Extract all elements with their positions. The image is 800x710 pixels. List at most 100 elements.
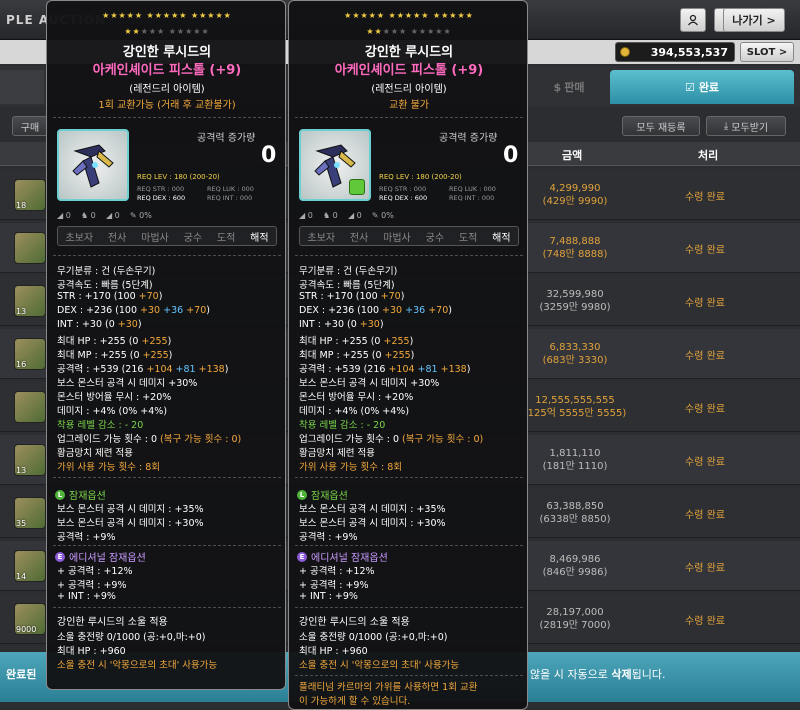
mini-icon-1: ◢	[57, 211, 64, 220]
price-korean: (125억 5555만 5555)	[523, 408, 627, 419]
additional-grade-icon: E	[297, 551, 307, 562]
additional-head: E 에디셔널 잠재옵션	[55, 549, 146, 564]
slot-button[interactable]: SLOT >	[740, 42, 794, 62]
mini-icon-2: ♞	[80, 211, 89, 220]
additional-3: + INT : +9%	[299, 591, 358, 602]
stat-wear-level: 착용 레벨 감소 : - 20	[57, 420, 144, 431]
trade-status: 1회 교환가능 (거래 후 교환불가)	[98, 100, 236, 111]
item-thumbnail: 18	[14, 179, 46, 211]
stat-attack-speed: 공격속도 : 빠름 (5단계)	[299, 280, 395, 291]
mini-stat-icons: ◢ 0 ♞ 0 ◢ 0 ✎ 0%	[299, 211, 394, 220]
mini-icon-2: ♞	[322, 211, 331, 220]
job-row: 초보자 전사 마법사 궁수 도적 해적	[299, 226, 519, 246]
check-icon: ☑	[684, 80, 695, 94]
stat-boss: 보스 몬스터 공격 시 데미지 +30%	[57, 378, 198, 389]
stat-max-hp: 최대 HP : +255 (0 +255)	[57, 336, 172, 347]
user-button[interactable]	[680, 8, 706, 32]
stat-int: INT : +30 (0 +30)	[57, 319, 142, 330]
soul-skill: 소울 충전 시 '악몽으로의 초대' 사용가능	[299, 660, 460, 671]
row-status: 수령 완료	[685, 298, 725, 309]
tab-sell[interactable]: $ 판매	[530, 70, 608, 104]
additional-head: E 에디셔널 잠재옵션	[297, 549, 388, 564]
item-count: 14	[16, 572, 27, 581]
soul-skill: 소울 충전 시 '악몽으로의 초대' 사용가능	[57, 660, 218, 671]
tab-complete[interactable]: ☑ 완료	[610, 70, 794, 104]
receive-all-button[interactable]: ⤓ 모두받기	[706, 116, 786, 136]
soul-hp: 최대 HP : +960	[57, 646, 126, 657]
lock-icon	[349, 179, 365, 195]
row-price: 7,488,888 (748만 8888)	[520, 235, 630, 261]
exit-button[interactable]: 나가기 >	[723, 8, 785, 32]
additional-2: + 공격력 : +9%	[57, 580, 127, 591]
req-dex: REQ DEX : 600	[379, 194, 428, 202]
potential-grade-icon: L	[55, 489, 65, 500]
stat-upgrade: 업그레이드 가능 횟수 : 0 (복구 가능 횟수 : 0)	[57, 434, 242, 445]
stat-hammer: 황금망치 제련 적용	[57, 448, 133, 459]
req-str: REQ STR : 000	[379, 185, 427, 193]
item-count: 9000	[16, 625, 37, 634]
potential-3: 공격력 : +9%	[57, 532, 116, 543]
additional-3: + INT : +9%	[57, 591, 116, 602]
bottom-notice-left: 완료된	[6, 668, 37, 681]
attack-increase-value: 0	[503, 143, 519, 168]
stat-boss: 보스 몬스터 공격 시 데미지 +30%	[299, 378, 440, 389]
stat-attack-speed: 공격속도 : 빠름 (5단계)	[57, 280, 153, 291]
stat-dex: DEX : +236 (100 +30 +36 +70)	[57, 305, 210, 316]
row-status: 수령 완료	[685, 510, 725, 521]
bottom-notice-right: 않을 시 자동으로 삭제됩니다.	[530, 668, 666, 681]
price-value: 7,488,888	[549, 236, 601, 247]
mini-icon-4: ✎	[129, 211, 137, 220]
meso-coin-icon	[620, 47, 630, 57]
stat-max-hp: 최대 HP : +255 (0 +255)	[299, 336, 414, 347]
stat-weapon-type: 무기분류 : 건 (두손무기)	[299, 266, 398, 277]
soul-hp: 최대 HP : +960	[299, 646, 368, 657]
stat-ignore-def: 몬스터 방어율 무시 : +20%	[299, 392, 414, 403]
attack-increase-value: 0	[261, 143, 277, 168]
karma-note-2: 이 가능하게 할 수 있습니다.	[299, 696, 411, 707]
item-thumbnail: 9000	[14, 603, 46, 635]
download-icon: ⤓	[723, 120, 729, 132]
item-thumbnail	[14, 232, 46, 264]
meso-balance: 394,553,537	[615, 42, 735, 62]
stat-hammer: 황금망치 제련 적용	[299, 448, 375, 459]
item-prefix: 강인한 루시드의	[122, 45, 212, 60]
price-korean: (181만 1110)	[542, 461, 608, 472]
row-price: 4,299,990 (429만 9990)	[520, 182, 630, 208]
potential-head: L 잠재옵션	[55, 487, 106, 502]
pistol-icon	[72, 144, 114, 188]
req-level: REQ LEV : 180 (200-20)	[137, 173, 220, 181]
job-row: 초보자 전사 마법사 궁수 도적 해적	[57, 226, 277, 246]
price-value: 63,388,850	[546, 501, 604, 512]
potential-grade-icon: L	[297, 489, 307, 500]
req-str: REQ STR : 000	[137, 185, 185, 193]
stat-weapon-type: 무기분류 : 건 (두손무기)	[57, 266, 156, 277]
relist-all-button[interactable]: 모두 재등록	[622, 116, 700, 136]
stat-str: STR : +170 (100 +70)	[57, 291, 163, 302]
req-dex: REQ DEX : 600	[137, 194, 186, 202]
stat-ignore-def: 몬스터 방어율 무시 : +20%	[57, 392, 172, 403]
price-korean: (846만 9986)	[542, 567, 608, 578]
item-name: 아케인셰이드 피스톨 (+9)	[92, 63, 242, 78]
stat-int: INT : +30 (0 +30)	[299, 319, 384, 330]
row-price: 6,833,330 (683만 3330)	[520, 341, 630, 367]
item-grade: (레전드리 아이템)	[371, 84, 447, 95]
buy-button[interactable]: 구매	[12, 116, 48, 136]
price-korean: (6338만 8850)	[539, 514, 611, 525]
soul-charge: 소울 충전량 0/1000 (공:+0,마:+0)	[57, 632, 206, 643]
sell-icon: $	[553, 80, 562, 94]
price-value: 8,469,986	[549, 554, 601, 565]
col-process: 처리	[698, 149, 719, 162]
col-amount: 금액	[562, 149, 583, 162]
item-thumbnail: 14	[14, 550, 46, 582]
row-status: 수령 완료	[685, 192, 725, 203]
additional-1: + 공격력 : +12%	[299, 566, 375, 577]
price-korean: (3259만 9980)	[539, 302, 611, 313]
item-count: 35	[16, 519, 27, 528]
star-force-row-2: ★★★★★ ★★★★★	[366, 27, 452, 36]
stat-wear-level: 착용 레벨 감소 : - 20	[299, 420, 386, 431]
item-thumbnail: 35	[14, 497, 46, 529]
tab-left[interactable]	[0, 70, 44, 104]
item-thumbnail: 13	[14, 444, 46, 476]
item-icon	[57, 129, 129, 201]
karma-note-1: 플래티넘 카르마의 가위를 사용하면 1회 교환	[299, 682, 478, 693]
